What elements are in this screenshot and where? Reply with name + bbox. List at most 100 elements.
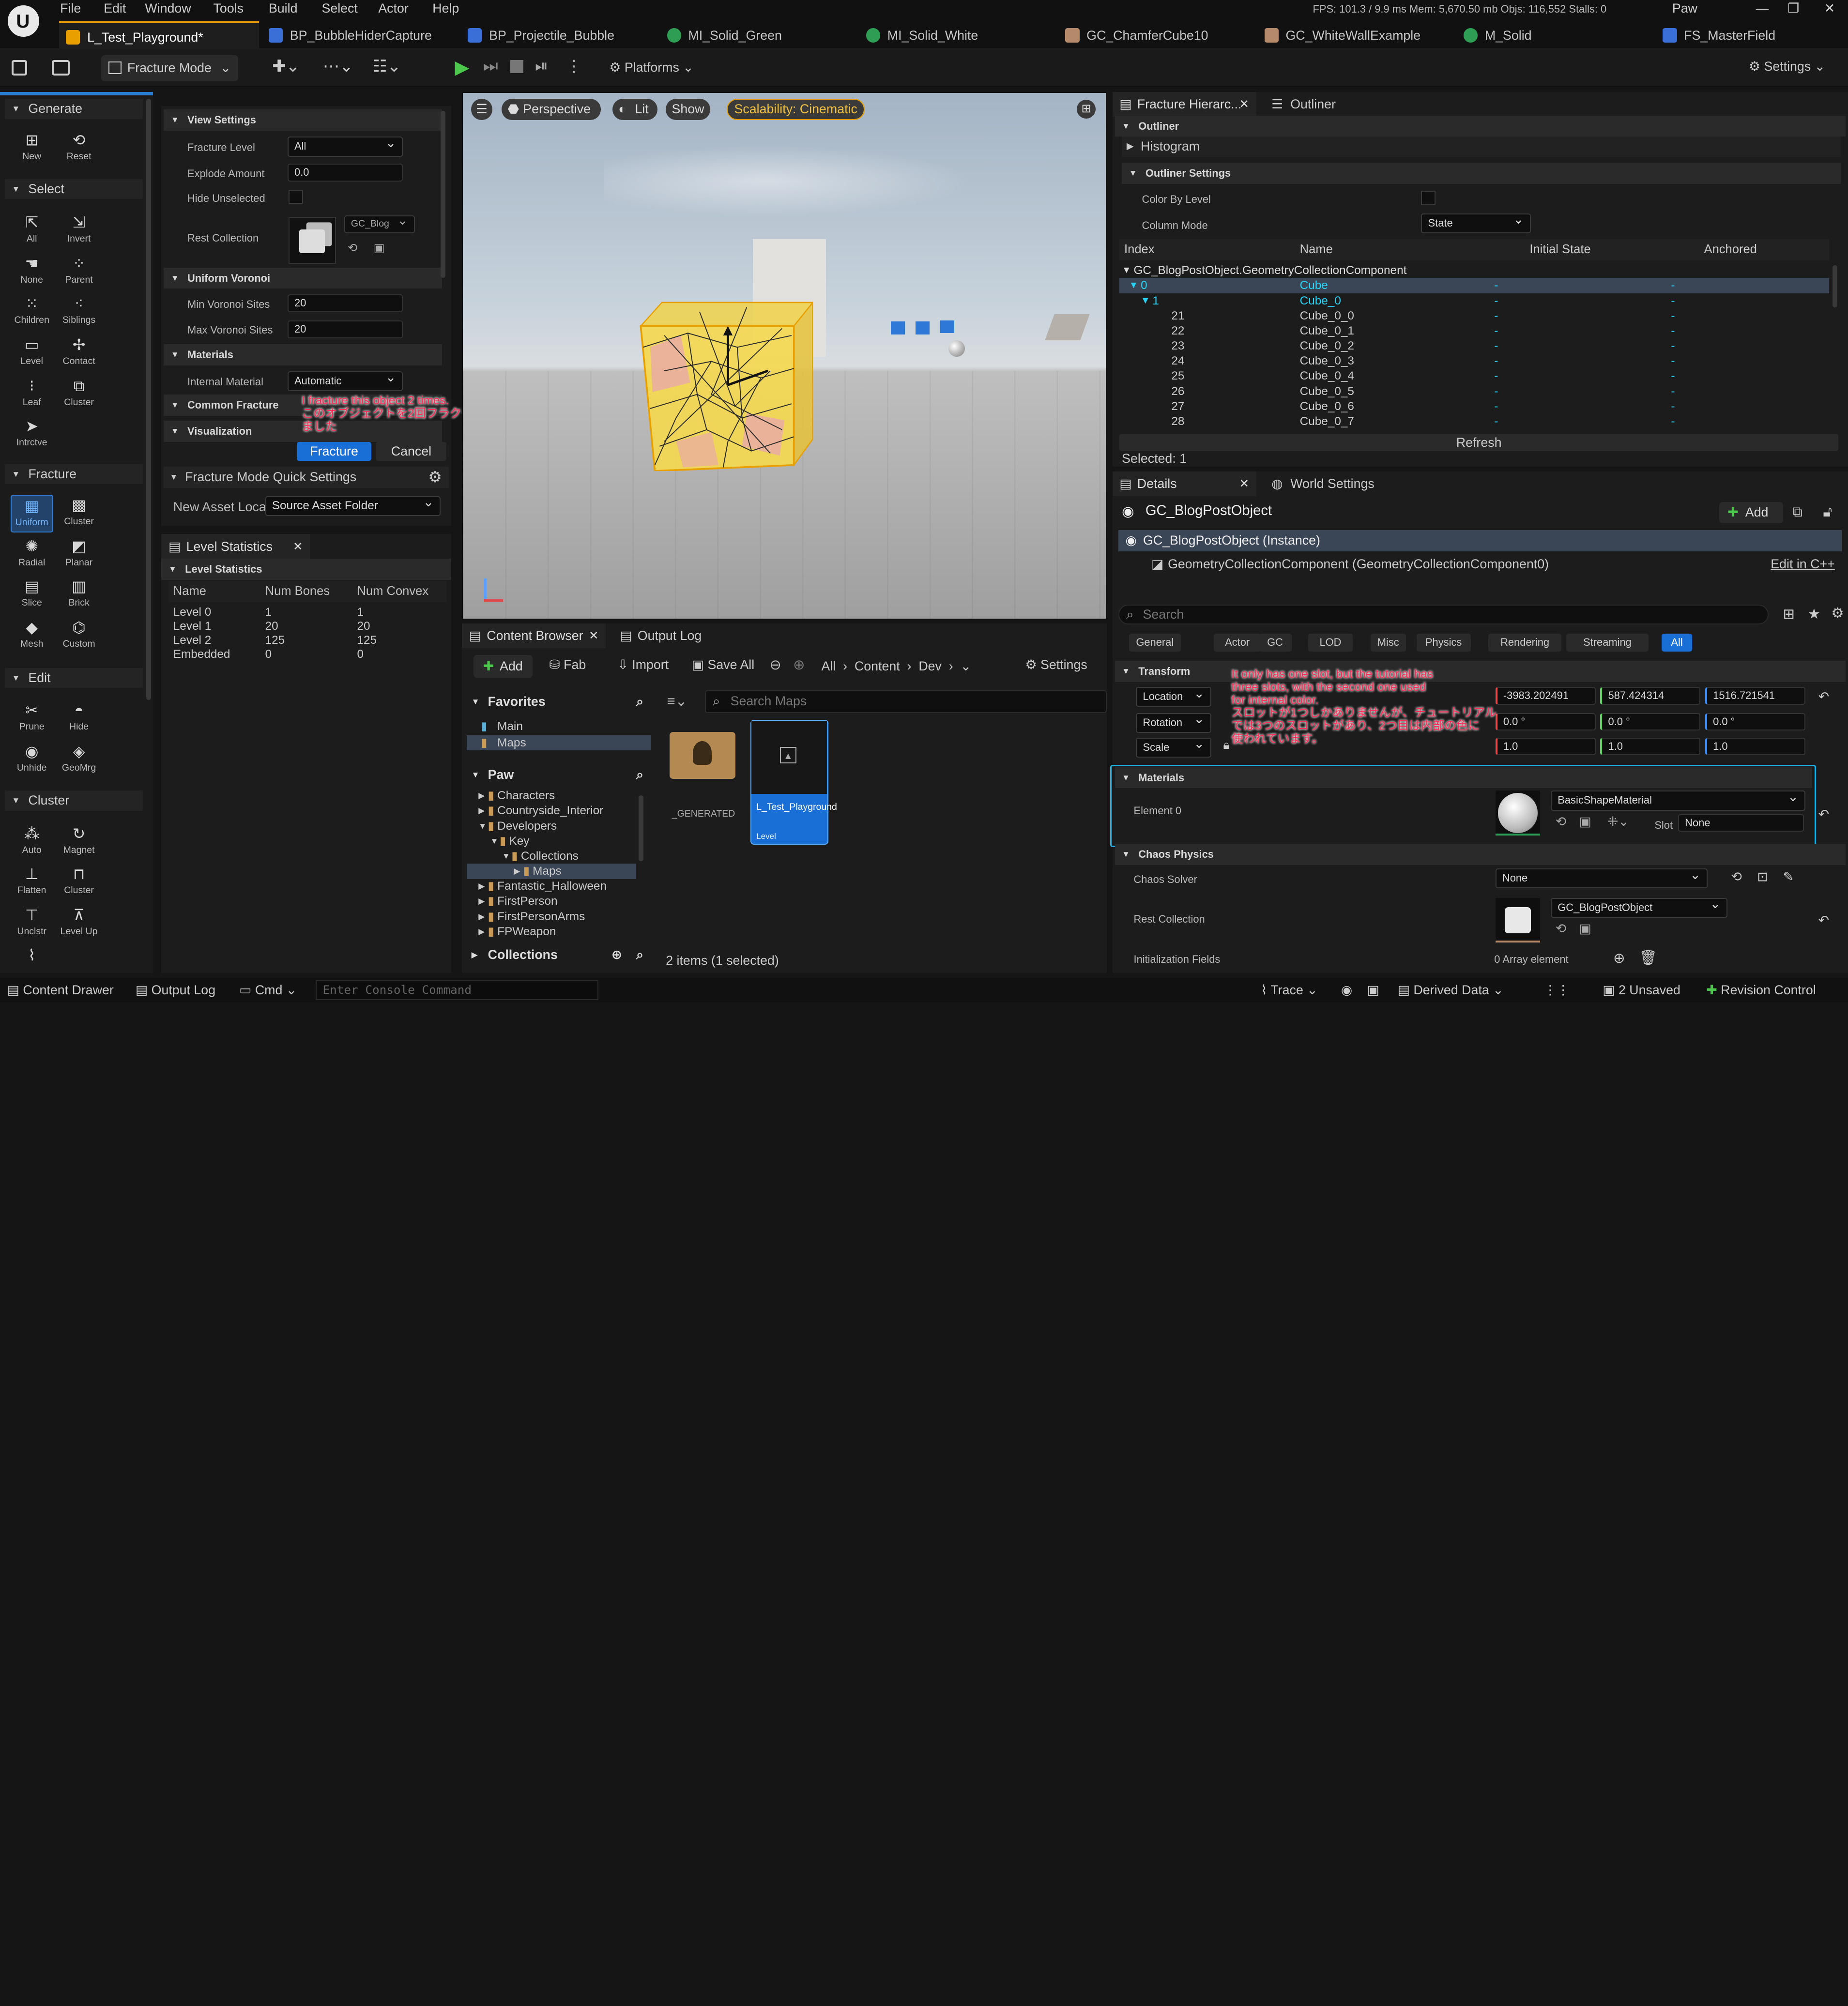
solver-picker-icon[interactable]: ✎ xyxy=(1783,869,1794,884)
tool-unhide[interactable]: ◉ Unhide xyxy=(11,741,53,779)
max-voronoi-input[interactable]: 20 xyxy=(287,320,403,338)
tool-interactive[interactable]: ➤ Intrctve xyxy=(11,416,53,454)
min-voronoi-input[interactable]: 20 xyxy=(287,294,403,312)
tab-field-system[interactable]: FS_MasterField xyxy=(1656,21,1844,49)
record-icon[interactable]: ◉ xyxy=(1341,978,1352,1003)
source-control-icon[interactable]: ⋮⋮ xyxy=(1544,978,1570,1003)
color-by-level-checkbox[interactable] xyxy=(1421,191,1436,205)
reset-location-icon[interactable]: ↶ xyxy=(1818,689,1829,704)
tool-invert[interactable]: ⇲ Invert xyxy=(58,212,100,250)
tool-hide[interactable]: ◓ Hide xyxy=(58,700,100,738)
hierarchy-row[interactable]: 21 Cube_0_0 - - xyxy=(1119,308,1829,324)
refresh-button[interactable]: Refresh xyxy=(1119,433,1839,452)
hierarchy-row[interactable]: ▼ 0 Cube - - xyxy=(1119,278,1829,294)
material-dropdown[interactable]: BasicShapeMaterial xyxy=(1551,788,1805,811)
component-row[interactable]: ◪ GeometryCollectionComponent (GeometryCo… xyxy=(1118,554,1842,575)
scale-lock-icon[interactable]: 🔒︎ xyxy=(1223,739,1229,752)
chaos-physics-header[interactable]: Chaos Physics xyxy=(1115,843,1846,865)
component-instance-row[interactable]: ◉ GC_BlogPostObject (Instance) xyxy=(1118,530,1842,552)
unreal-logo-icon[interactable]: U xyxy=(6,3,42,39)
search-icon[interactable]: ⌕ xyxy=(636,945,643,965)
filter-icon[interactable]: ≡⌄ xyxy=(667,693,687,710)
tool-auto-cluster[interactable]: ⁂ Auto xyxy=(11,823,53,861)
scale-dropdown[interactable]: Scale xyxy=(1136,735,1212,758)
fracture-hierarchy-tab[interactable]: ▤ Fracture Hierarc... ✕ xyxy=(1112,91,1256,117)
menu-build[interactable]: Build xyxy=(269,0,298,16)
favorite-maps[interactable]: ▮ Maps xyxy=(466,735,651,751)
details-search-box[interactable]: ⌕ Search xyxy=(1118,604,1769,624)
close-tab-icon[interactable]: ✕ xyxy=(293,534,303,560)
filter-physics[interactable]: Physics xyxy=(1416,634,1471,652)
perspective-button[interactable]: ⬣ Perspective xyxy=(502,99,601,120)
tool-uniform[interactable]: ▦ Uniform xyxy=(10,495,53,533)
menu-select[interactable]: Select xyxy=(321,0,357,16)
lock-icon[interactable]: 🔓︎ xyxy=(1823,504,1832,520)
reset-rest-icon[interactable]: ↶ xyxy=(1818,913,1829,928)
close-tab-icon[interactable]: ✕ xyxy=(589,623,598,648)
transform-scl-z[interactable]: 1.0 xyxy=(1705,737,1805,756)
camera-icon[interactable]: ▣ xyxy=(1367,978,1379,1003)
tab-blueprint[interactable]: BP_Projectile_Bubble xyxy=(461,21,649,49)
asset-tile[interactable]: _GENERATED xyxy=(669,727,738,843)
tool-level-up[interactable]: ⊼ Level Up xyxy=(58,905,100,942)
menu-edit[interactable]: Edit xyxy=(104,0,126,16)
settings-button[interactable]: ⚙ Settings ⌄ xyxy=(1749,59,1825,74)
hierarchy-row[interactable]: 26 Cube_0_5 - - xyxy=(1119,384,1829,399)
rest-collection-dropdown[interactable]: GC_Blog xyxy=(344,213,415,233)
import-button[interactable]: ⇩ Import xyxy=(617,657,669,672)
content-settings-button[interactable]: ⚙ Settings xyxy=(1025,657,1087,672)
output-log-button[interactable]: ▤ Output Log xyxy=(136,978,215,1003)
hierarchy-row[interactable]: ▼ 1 Cube_0 - - xyxy=(1119,293,1829,309)
lit-button[interactable]: ◐ Lit xyxy=(612,99,657,120)
rest-browse-icon[interactable]: ▣ xyxy=(1579,921,1591,936)
materials-header[interactable]: Materials xyxy=(164,344,442,365)
tab-geometry-collection[interactable]: GC_ChamferCube10 xyxy=(1058,21,1247,49)
asset-search-box[interactable]: ⌕ Search Maps xyxy=(704,690,1107,713)
tool-mesh[interactable]: ◆ Mesh xyxy=(11,617,53,655)
outliner-section-header[interactable]: Outliner xyxy=(1115,115,1846,137)
folder-item[interactable]: ▶ ▮ FirstPerson xyxy=(467,894,636,909)
tool-slice[interactable]: ▤ Slice xyxy=(11,576,53,614)
derived-data-button[interactable]: ▤ Derived Data ⌄ xyxy=(1398,978,1504,1003)
collections-header[interactable]: ▶ Collections ⊕ ⌕ xyxy=(467,945,648,965)
tool-flatten[interactable]: ⊥ Flatten xyxy=(11,864,53,901)
close-tab-icon[interactable]: ✕ xyxy=(1239,92,1249,117)
tool-brick[interactable]: ▥ Brick xyxy=(58,576,100,614)
hierarchy-row[interactable]: 24 Cube_0_3 - - xyxy=(1119,353,1829,369)
search-icon[interactable]: ⌕ xyxy=(636,692,643,712)
tab-level[interactable]: L_Test_Playground* xyxy=(59,21,260,50)
tool-magnet[interactable]: ↻ Magnet xyxy=(58,823,100,861)
edit-header[interactable]: ▼ Edit xyxy=(4,668,143,688)
maximize-viewport-icon[interactable]: ⊞ xyxy=(1077,100,1096,119)
tool-custom[interactable]: ⌬ Custom xyxy=(58,617,100,655)
slot-field[interactable]: None xyxy=(1678,814,1804,832)
folder-item[interactable]: ▼ ▮ Collections xyxy=(467,849,636,864)
filter-actor[interactable]: Actor xyxy=(1214,634,1261,652)
paw-header[interactable]: ▼ Paw ⌕ xyxy=(467,765,648,785)
tab-material-instance[interactable]: MI_Solid_White xyxy=(859,21,1047,49)
tool-more[interactable]: ⌇ xyxy=(11,945,53,983)
solver-use-selected-icon[interactable]: ⟲ xyxy=(1731,869,1742,884)
outliner-tab[interactable]: ☰ Outliner xyxy=(1266,92,1372,117)
add-element-icon[interactable]: ⊕ xyxy=(1613,950,1625,967)
tool-fracture-cluster[interactable]: ▩ Cluster xyxy=(58,495,100,532)
tool-prune[interactable]: ✂ Prune xyxy=(11,700,53,738)
blueprint-menu-icon[interactable]: ⋯⌄ xyxy=(323,57,353,76)
tool-select-all[interactable]: ⇱ All xyxy=(11,212,53,250)
explode-amount-input[interactable]: 0.0 xyxy=(287,164,403,182)
eject-icon[interactable]: ⏯ xyxy=(535,57,548,76)
uniform-voronoi-header[interactable]: Uniform Voronoi xyxy=(164,267,442,289)
scalability-badge[interactable]: Scalability: Cinematic xyxy=(727,99,865,120)
menu-help[interactable]: Help xyxy=(432,0,459,16)
tool-geomerge[interactable]: ◈ GeoMrg xyxy=(58,741,100,779)
hierarchy-root-row[interactable]: ▼ GC_BlogPostObject.GeometryCollectionCom… xyxy=(1119,263,1829,278)
solver-browse-icon[interactable]: ⊡ xyxy=(1757,869,1768,884)
gear-icon[interactable]: ⚙ xyxy=(428,467,442,488)
tab-material[interactable]: M_Solid xyxy=(1456,21,1645,49)
chaos-solver-dropdown[interactable]: None xyxy=(1495,866,1708,889)
browse-icon[interactable] xyxy=(52,60,70,76)
breadcrumb-content[interactable]: Content xyxy=(855,659,900,673)
tool-select-cluster[interactable]: ⧉ Cluster xyxy=(58,376,100,413)
hierarchy-scrollbar[interactable] xyxy=(1832,265,1837,308)
cancel-button[interactable]: Cancel xyxy=(376,441,447,461)
